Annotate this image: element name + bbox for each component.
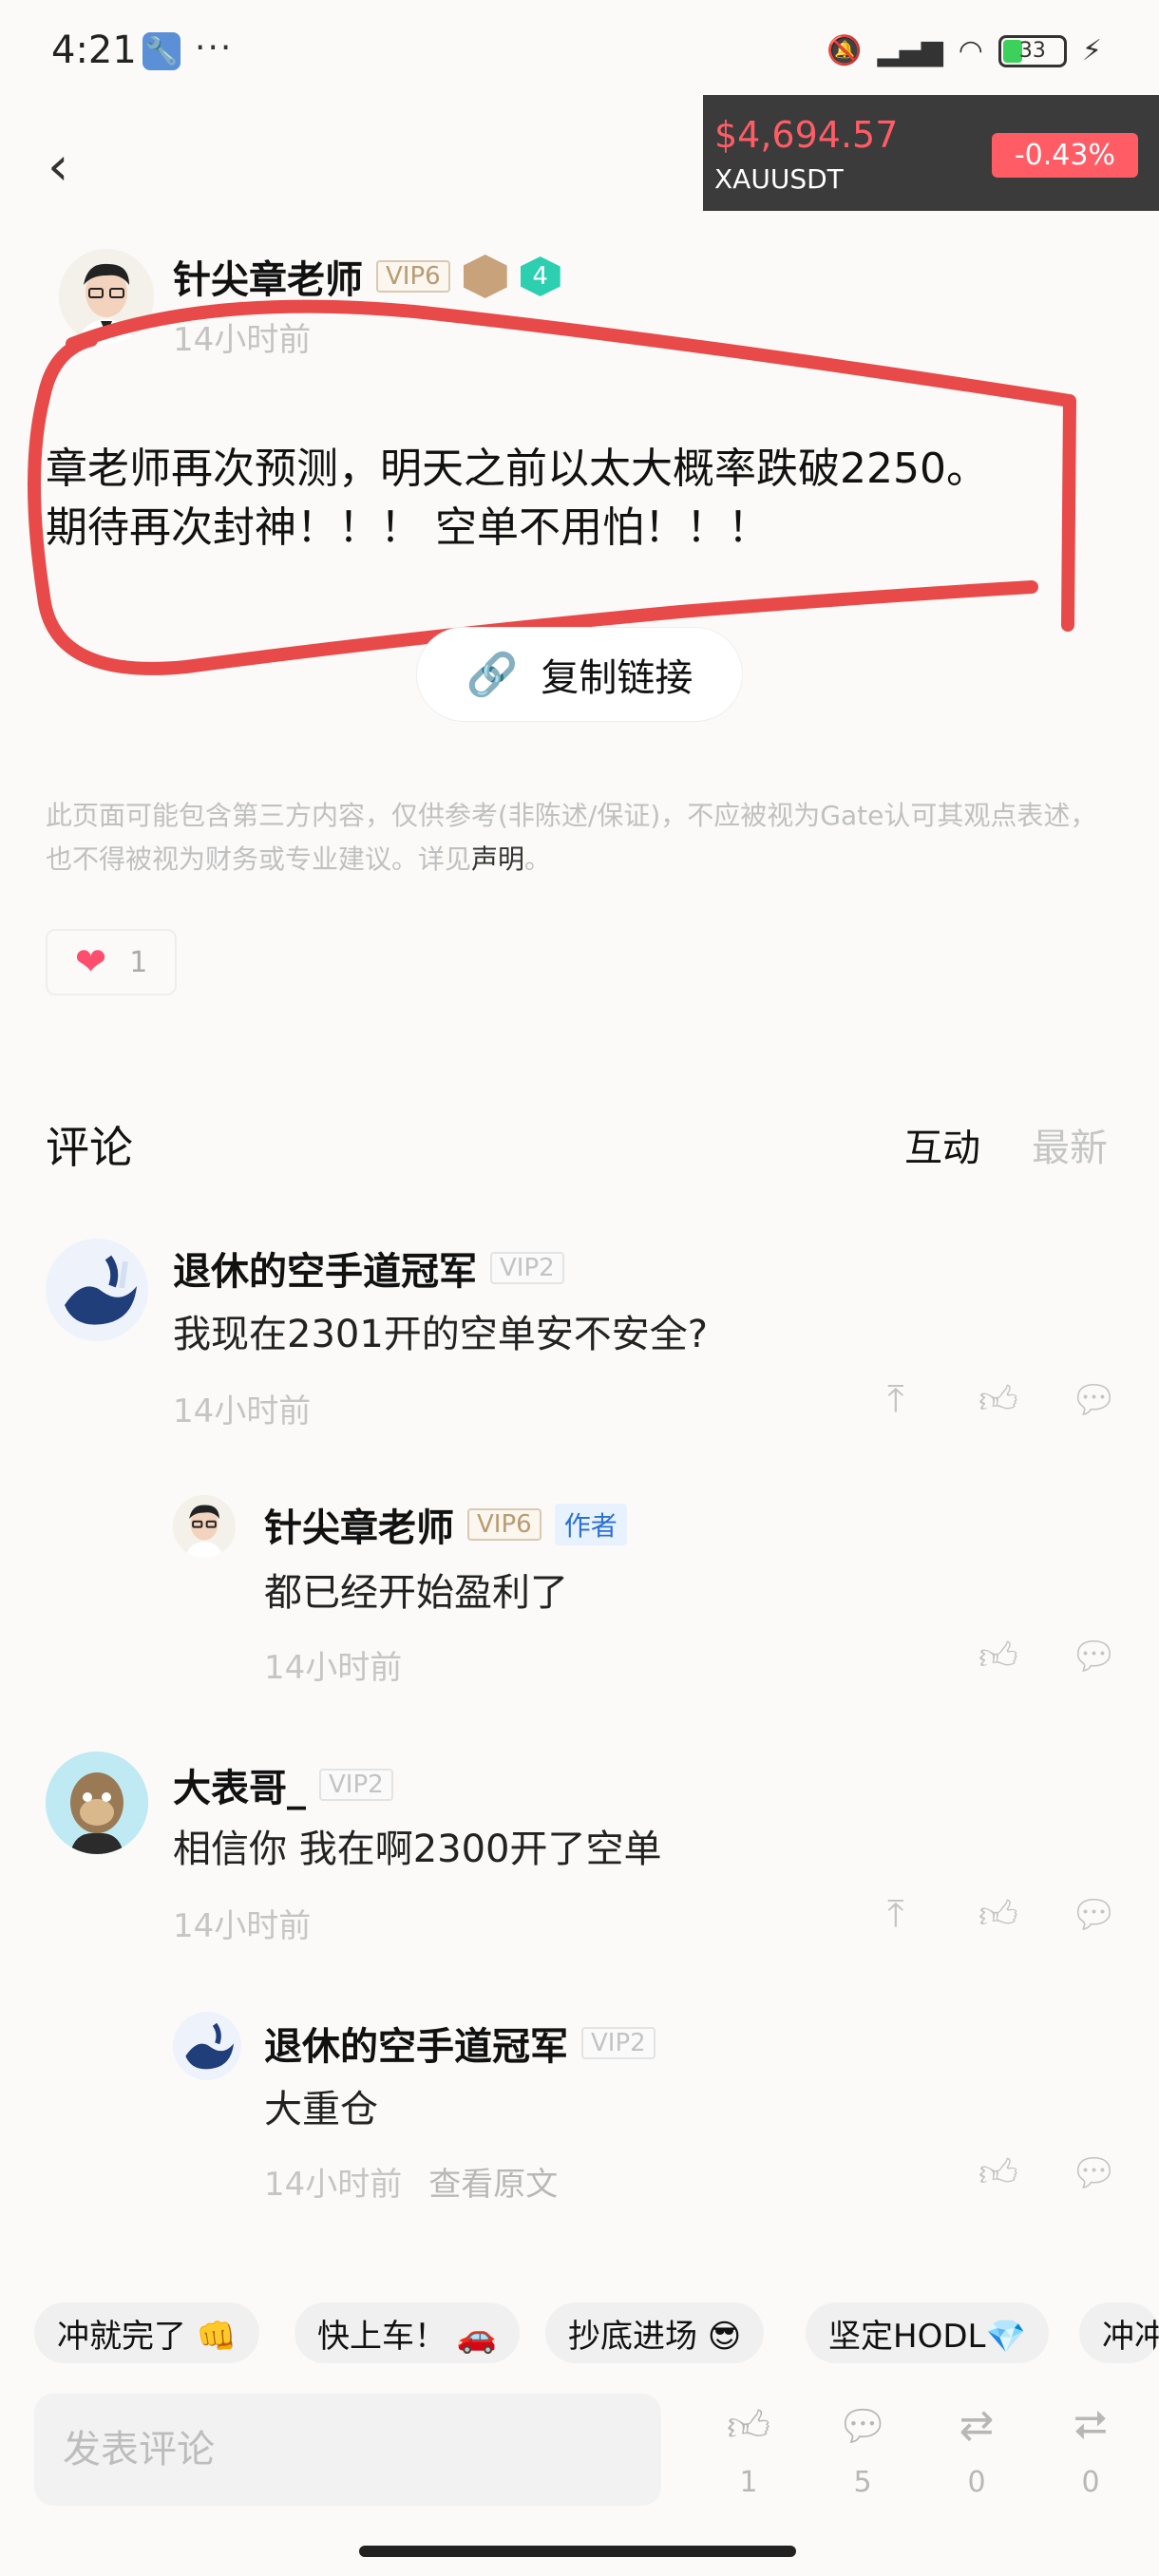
price-value: $4,694.57: [714, 114, 899, 156]
share-icon[interactable]: ⮂: [1053, 2401, 1129, 2450]
author-tag: 作者: [554, 1504, 627, 1545]
reply-avatar[interactable]: [173, 1495, 236, 1558]
repost-icon[interactable]: ⇄: [939, 2401, 1015, 2450]
vip-badge: VIP6: [467, 1508, 542, 1541]
comment-time: 14小时前: [173, 1392, 312, 1430]
like-count: 1: [129, 945, 148, 979]
share-count: 0: [1081, 2466, 1100, 2499]
price-change-badge: -0.43%: [991, 133, 1138, 178]
comment-text: 相信你 我在啊2300开了空单: [173, 1828, 662, 1871]
vip-badge: VIP2: [490, 1252, 564, 1284]
view-original-link[interactable]: 查看原文: [428, 2158, 558, 2205]
tab-latest[interactable]: 最新: [1032, 1117, 1108, 1172]
comment-time: 14小时前: [173, 1907, 312, 1945]
status-time: 4:21: [51, 28, 137, 72]
comment-text: 我现在2301开的空单安不安全?: [173, 1313, 709, 1356]
comment-count: 5: [853, 2466, 872, 2499]
price-ticker-card[interactable]: $4,694.57 XAUUSDT -0.43%: [703, 95, 1159, 211]
thumbs-up-icon[interactable]: 👍︎: [978, 1892, 1018, 1938]
commenter-avatar[interactable]: [46, 1752, 148, 1854]
mute-icon: 🔕: [826, 34, 863, 67]
quick-reply-chip[interactable]: 冲就完了 👊: [34, 2302, 260, 2363]
comment-header: 大表哥_ VIP2: [173, 1757, 393, 1812]
comments-title: 评论: [46, 1122, 133, 1173]
thumbs-up-icon[interactable]: 👍︎: [711, 2401, 787, 2452]
thumbs-up-icon[interactable]: 👍︎: [978, 1634, 1018, 1679]
reply-icon[interactable]: 💬︎: [1070, 1892, 1118, 1937]
disclaimer-link[interactable]: 声明: [471, 843, 524, 875]
quick-reply-chip[interactable]: 快上车！ 🚗: [294, 2302, 521, 2363]
reply-time: 14小时前: [264, 2166, 403, 2204]
heart-icon: ❤: [74, 940, 107, 984]
red-annotation-scribble: [28, 299, 1076, 675]
reply-icon[interactable]: 💬︎: [1070, 1634, 1118, 1678]
battery-level: 33: [1018, 38, 1046, 63]
reply-text: 都已经开始盈利了: [264, 1571, 568, 1615]
like-count: 1: [739, 2466, 758, 2499]
tab-interactive[interactable]: 互动: [904, 1117, 980, 1172]
reply-text: 大重仓: [264, 2088, 378, 2131]
like-button[interactable]: ❤ 1: [46, 929, 177, 995]
price-pair: XAUUSDT: [714, 163, 844, 195]
home-indicator: [359, 2546, 796, 2557]
disclaimer-end: 。: [524, 843, 552, 875]
copy-link-label: 复制链接: [541, 656, 694, 700]
signal-icon: ▂▄▆: [877, 34, 943, 67]
link-icon: 🔗: [466, 651, 519, 699]
reply-header: 针尖章老师 VIP6 作者: [264, 1497, 627, 1552]
repost-count: 0: [967, 2466, 986, 2499]
pin-top-icon[interactable]: ⤒: [887, 1377, 904, 1421]
thumbs-up-icon[interactable]: 👍︎: [978, 1377, 1018, 1423]
reply-avatar[interactable]: [173, 2012, 241, 2080]
wifi-icon: ◠: [958, 34, 983, 67]
reply-icon[interactable]: 💬︎: [1070, 2150, 1118, 2195]
reply-author[interactable]: 退休的空手道冠军: [264, 2016, 568, 2071]
quick-reply-chip[interactable]: 坚定HODL💎: [806, 2302, 1049, 2363]
reply-header: 退休的空手道冠军 VIP2: [264, 2016, 656, 2071]
reply-author[interactable]: 针尖章老师: [264, 1497, 454, 1552]
status-icons: 🔕 ▂▄▆ ◠ 33 ⚡: [826, 34, 1102, 67]
battery-icon: 33: [998, 34, 1067, 67]
comment-header: 退休的空手道冠军 VIP2: [173, 1241, 564, 1296]
disclaimer-text: 此页面可能包含第三方内容，仅供参考(非陈述/保证)，不应被视为Gate认可其观点…: [46, 794, 1119, 881]
commenter-avatar[interactable]: [46, 1239, 148, 1341]
pin-top-icon[interactable]: ⤒: [887, 1892, 904, 1936]
vip-badge: VIP2: [319, 1769, 393, 1801]
quick-reply-chip[interactable]: 冲冲: [1079, 2302, 1159, 2363]
vip-badge: VIP2: [581, 2027, 656, 2059]
comment-author[interactable]: 退休的空手道冠军: [173, 1241, 477, 1296]
comment-author[interactable]: 大表哥_: [173, 1757, 306, 1812]
copy-link-button[interactable]: 🔗 复制链接: [416, 627, 743, 722]
reply-meta: 14小时前 查看原文: [264, 2158, 558, 2205]
status-more-dots: ···: [195, 28, 234, 67]
wrench-icon: 🔧: [142, 32, 180, 70]
comment-input[interactable]: 发表评论: [34, 2394, 661, 2506]
comment-icon[interactable]: 💬︎: [825, 2401, 901, 2451]
quick-reply-chip[interactable]: 抄底进场 😎: [545, 2302, 765, 2363]
back-button[interactable]: ‹: [48, 141, 68, 194]
disclaimer-body: 此页面可能包含第三方内容，仅供参考(非陈述/保证)，不应被视为Gate认可其观点…: [46, 800, 1097, 875]
reply-time: 14小时前: [264, 1649, 403, 1687]
charging-icon: ⚡: [1081, 34, 1102, 67]
reply-icon[interactable]: 💬︎: [1070, 1377, 1118, 1422]
thumbs-up-icon[interactable]: 👍︎: [978, 2150, 1018, 2196]
